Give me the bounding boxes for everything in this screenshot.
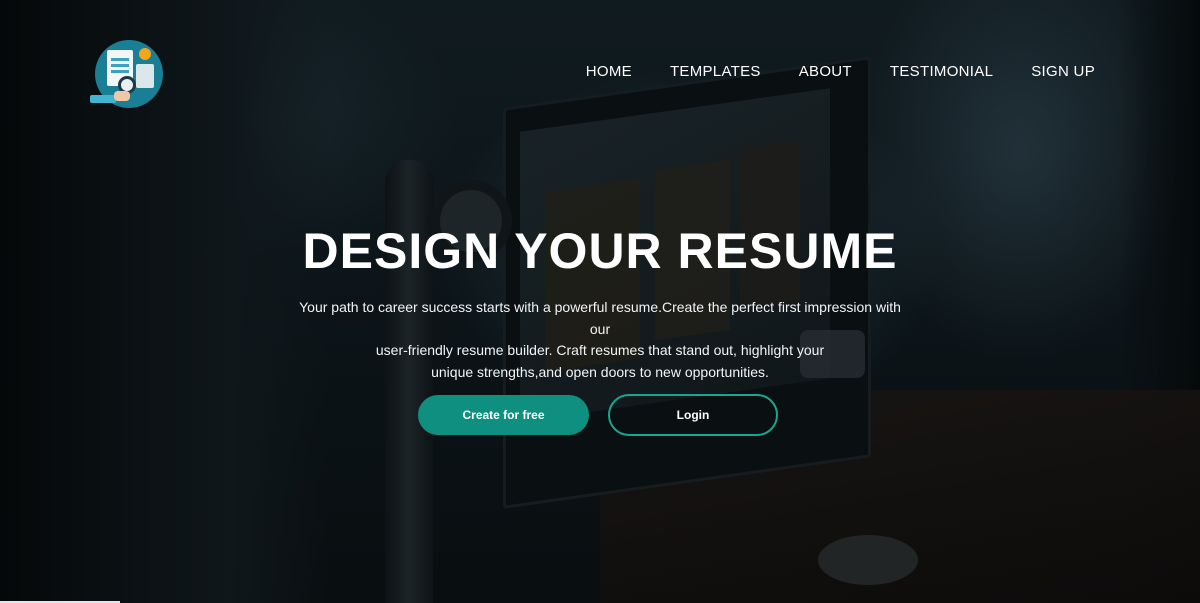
hero-description-line: Your path to career success starts with … xyxy=(299,299,901,337)
nav-about-link[interactable]: ABOUT xyxy=(799,63,852,80)
logo-bar-icon xyxy=(90,95,116,103)
resume-analytics-logo-icon[interactable] xyxy=(90,40,166,110)
nav-signup-link[interactable]: SIGN UP xyxy=(1031,63,1095,80)
logo-card-icon xyxy=(136,64,154,88)
hero-description-line: unique strengths,and open doors to new o… xyxy=(431,363,769,380)
create-for-free-button[interactable]: Create for free xyxy=(418,395,589,435)
hero-description-line: user-friendly resume builder. Craft resu… xyxy=(375,342,825,358)
hero-title: DESIGN YOUR RESUME xyxy=(302,223,898,279)
nav-menu: HOME TEMPLATES ABOUT TESTIMONIAL SIGN UP xyxy=(586,63,1095,80)
hero-description: Your path to career success starts with … xyxy=(290,297,910,383)
background-mouse xyxy=(818,535,918,585)
navbar: HOME TEMPLATES ABOUT TESTIMONIAL SIGN UP xyxy=(0,0,1200,140)
nav-home-link[interactable]: HOME xyxy=(586,63,632,80)
logo-coin-icon xyxy=(139,48,151,60)
login-button[interactable]: Login xyxy=(608,394,778,436)
nav-testimonial-link[interactable]: TESTIMONIAL xyxy=(890,63,993,80)
nav-templates-link[interactable]: TEMPLATES xyxy=(670,63,761,80)
logo-hand-icon xyxy=(114,91,130,101)
